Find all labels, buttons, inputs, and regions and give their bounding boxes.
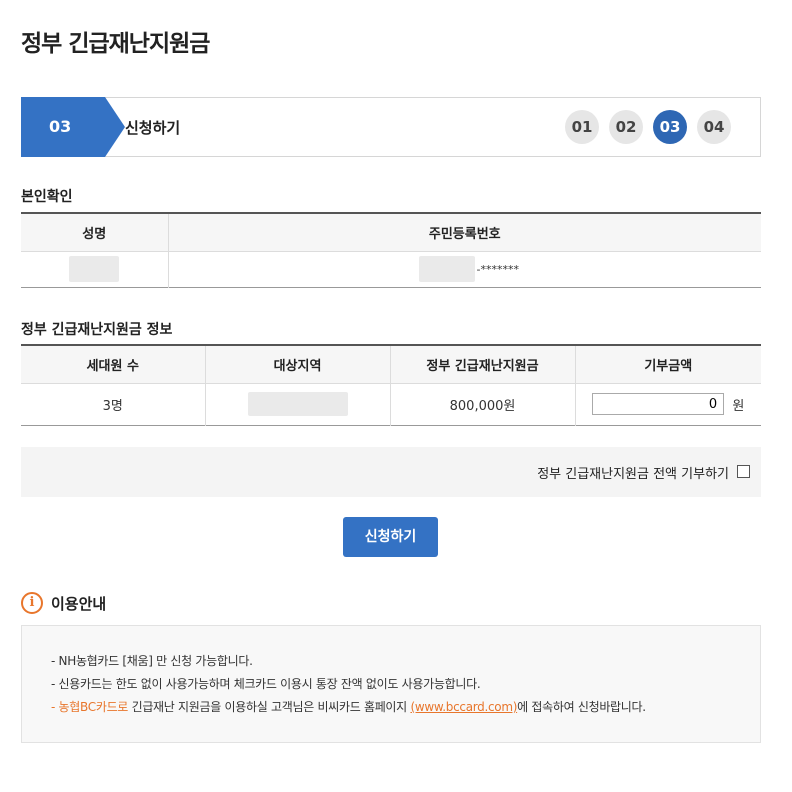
current-step-number: 03 [21,97,105,157]
column-header-resident-number: 주민등록번호 [167,213,761,252]
guide-line: - 신용카드는 한도 없이 사용가능하며 체크카드 이용시 통장 잔액 없이도 … [51,677,481,691]
donation-cell: 원 [574,383,761,425]
table-row: 3명 800,000원 원 [21,383,761,425]
step-indicator-03: 03 [653,110,687,144]
column-header-name: 성명 [21,213,168,252]
donation-amount-input[interactable] [592,393,725,415]
donation-unit: 원 [732,398,745,414]
column-header-region: 대상지역 [204,345,390,384]
resident-number-cell: -******* [167,251,761,287]
guide-line-text: 긴급재난 지원금을 이용하실 고객님은 비씨카드 홈페이지 [128,700,411,714]
column-header-household: 세대원 수 [21,345,205,384]
step-arrow-shape [105,97,125,157]
guide-title: 이용안내 [51,594,107,613]
step-indicator-04: 04 [697,110,731,144]
info-icon: i [21,592,43,614]
table-header-row: 성명 주민등록번호 [21,213,761,252]
identity-section-title: 본인확인 [21,189,73,205]
guide-header: i 이용안내 [21,592,106,614]
current-step-label: 신청하기 [125,119,181,137]
name-cell [21,251,168,287]
donate-all-label: 정부 긴급재난지원금 전액 기부하기 [537,467,729,482]
step-indicators: 01 02 03 04 [565,110,731,144]
blurred-region [247,392,348,416]
step-indicator-01: 01 [565,110,599,144]
blurred-resident-number [418,256,475,282]
bccard-link[interactable]: (www.bccard.com) [410,700,517,714]
table-row: -******* [21,251,761,287]
column-header-support-amount: 정부 긴급재난지원금 [389,345,575,384]
step-indicator-02: 02 [609,110,643,144]
apply-button[interactable]: 신청하기 [343,517,438,557]
masked-resident-number: -******* [476,262,519,276]
donate-all-checkbox[interactable] [737,465,750,478]
identity-table: 성명 주민등록번호 -******* [21,212,761,288]
guide-line: - 농협BC카드로 긴급재난 지원금을 이용하실 고객님은 비씨카드 홈페이지 … [51,696,760,719]
support-section-title: 정부 긴급재난지원금 정보 [21,322,173,338]
step-bar: 03 신청하기 01 02 03 04 [21,97,761,157]
table-header-row: 세대원 수 대상지역 정부 긴급재난지원금 기부금액 [21,345,761,384]
bc-card-brand: 농협BC카드로 [58,700,129,714]
donate-all-box: 정부 긴급재난지원금 전액 기부하기 [21,447,761,497]
guide-line-suffix: 에 접속하여 신청바랍니다. [517,700,646,714]
guide-line: - NH농협카드 [채움] 만 신청 가능합니다. [51,654,253,668]
guide-line-prefix: - [51,700,59,714]
blurred-name [69,256,120,282]
column-header-donation: 기부금액 [574,345,761,384]
guide-box: - NH농협카드 [채움] 만 신청 가능합니다. - 신용카드는 한도 없이 … [21,625,761,743]
region-cell [204,383,390,425]
support-amount-cell: 800,000원 [389,383,575,425]
page-title: 정부 긴급재난지원금 [21,31,210,57]
household-cell: 3명 [102,398,123,414]
support-info-table: 세대원 수 대상지역 정부 긴급재난지원금 기부금액 3명 800,000원 원 [21,344,761,426]
